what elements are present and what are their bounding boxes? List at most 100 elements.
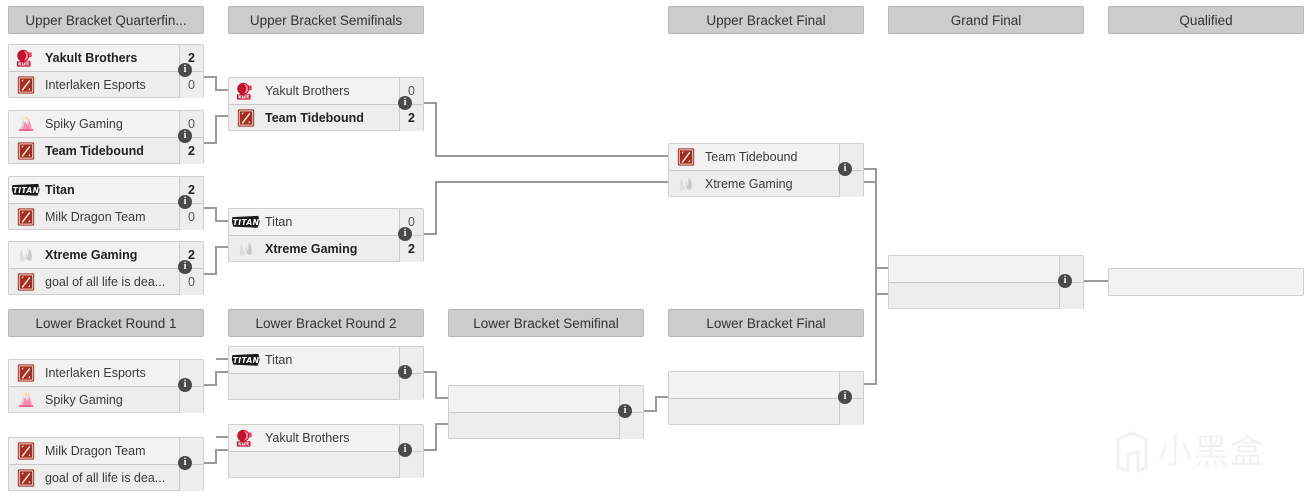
team-row[interactable]: Spiky Gaming 0: [9, 111, 203, 137]
round-header-label: Upper Bracket Final: [706, 12, 826, 28]
round-header-label: Upper Bracket Semifinals: [249, 12, 403, 28]
match-info-icon[interactable]: i: [178, 456, 192, 470]
team-row[interactable]: Team Tidebound: [669, 144, 863, 170]
match-info-icon[interactable]: i: [178, 260, 192, 274]
svg-text:TITAN: TITAN: [233, 356, 260, 365]
match-info-icon[interactable]: i: [1058, 274, 1072, 288]
match-lbr2m2[interactable]: Bkult Yakult Brothers: [228, 424, 424, 478]
match-info-icon[interactable]: i: [398, 96, 412, 110]
team-row[interactable]: TITAN Titan 2: [9, 177, 203, 203]
team-row[interactable]: Xtreme Gaming 2: [229, 235, 423, 262]
team-name: Team Tidebound: [705, 150, 798, 164]
team-row[interactable]: TITAN Titan 0: [229, 209, 423, 235]
svg-text:kult: kult: [18, 62, 30, 68]
team-row[interactable]: [889, 256, 1083, 282]
team-logo-placeholder: [449, 413, 483, 439]
team-name: Milk Dragon Team: [45, 444, 146, 458]
match-ubqf1[interactable]: Bkult Yakult Brothers 2 Interlaken Esports 0: [8, 44, 204, 98]
team-row[interactable]: Spiky Gaming: [9, 386, 203, 413]
match-grandfinal[interactable]: [888, 255, 1084, 309]
match-info-icon[interactable]: i: [398, 365, 412, 379]
team-row[interactable]: Bkult Yakult Brothers 2: [9, 45, 203, 71]
yakult-logo-icon: Bkult: [9, 45, 43, 71]
team-name: Team Tidebound: [45, 143, 144, 158]
team-row[interactable]: Milk Dragon Team 0: [9, 203, 203, 230]
team-name: Yakult Brothers: [45, 51, 138, 65]
team-row[interactable]: Bkult Yakult Brothers 0: [229, 78, 423, 104]
match-lbr1m1[interactable]: Interlaken Esports Spiky Gaming: [8, 359, 204, 413]
match-ubf[interactable]: Team Tidebound Xtreme Gaming: [668, 143, 864, 197]
round-header-label: Grand Final: [950, 12, 1022, 28]
dota-logo-icon: [9, 138, 43, 164]
match-info-icon[interactable]: i: [838, 162, 852, 176]
round-header-ub-final: Upper Bracket Final: [668, 6, 864, 34]
team-row[interactable]: Interlaken Esports: [9, 360, 203, 386]
match-info-icon[interactable]: i: [178, 378, 192, 392]
team-name: Titan: [265, 353, 293, 367]
team-logo-placeholder: [449, 386, 483, 412]
qualified-slot[interactable]: [1108, 268, 1304, 296]
team-name: Milk Dragon Team: [45, 209, 146, 224]
team-row[interactable]: [449, 412, 643, 439]
svg-text:kult: kult: [238, 442, 250, 448]
team-row[interactable]: TITAN Titan: [229, 347, 423, 373]
team-row[interactable]: Milk Dragon Team: [9, 438, 203, 464]
yakult-logo-icon: Bkult: [229, 425, 263, 451]
dota-logo-icon: [9, 465, 43, 491]
team-row[interactable]: goal of all life is dea...: [9, 464, 203, 491]
team-row[interactable]: Team Tidebound 2: [229, 104, 423, 131]
team-row[interactable]: Team Tidebound 2: [9, 137, 203, 164]
team-name: goal of all life is dea...: [45, 274, 166, 289]
team-row[interactable]: [1109, 269, 1303, 295]
match-ubqf3[interactable]: TITAN Titan 2 Milk Dragon Team 0: [8, 176, 204, 230]
team-row[interactable]: [889, 282, 1083, 309]
match-lbr2m1[interactable]: TITAN Titan: [228, 346, 424, 400]
watermark-logo-icon: [1116, 431, 1148, 473]
match-ubqf2[interactable]: Spiky Gaming 0 Team Tidebound 2: [8, 110, 204, 164]
match-info-icon[interactable]: i: [178, 129, 192, 143]
team-row[interactable]: [229, 373, 423, 400]
round-header-label: Lower Bracket Final: [706, 315, 826, 331]
team-name: Spiky Gaming: [45, 392, 123, 407]
team-logo-placeholder: [889, 283, 923, 309]
spiky-logo-icon: [9, 387, 43, 413]
team-row[interactable]: [669, 398, 863, 425]
match-info-icon[interactable]: i: [398, 443, 412, 457]
match-lbsf[interactable]: [448, 385, 644, 439]
watermark-text: 小黑盒: [1158, 432, 1266, 472]
match-lbf[interactable]: [668, 371, 864, 425]
xtreme-logo-icon: [669, 171, 703, 197]
team-row[interactable]: [449, 386, 643, 412]
round-header-ub-qf: Upper Bracket Quarterfin...: [8, 6, 204, 34]
match-info-icon[interactable]: i: [398, 227, 412, 241]
team-name: Xtreme Gaming: [705, 176, 793, 191]
match-ubsf2[interactable]: TITAN Titan 0 Xtreme Gaming 2: [228, 208, 424, 262]
round-header-lb-sf: Lower Bracket Semifinal: [448, 309, 644, 337]
round-header-label: Lower Bracket Round 2: [255, 315, 397, 331]
titan-logo-icon: TITAN: [229, 209, 263, 235]
team-row[interactable]: Xtreme Gaming 2: [9, 242, 203, 268]
team-row[interactable]: Bkult Yakult Brothers: [229, 425, 423, 451]
team-logo-placeholder: [669, 372, 703, 398]
round-header-lb-r1: Lower Bracket Round 1: [8, 309, 204, 337]
team-logo-placeholder: [889, 256, 923, 282]
match-info-icon[interactable]: i: [178, 195, 192, 209]
team-name: Yakult Brothers: [265, 431, 350, 445]
match-info-icon[interactable]: i: [838, 390, 852, 404]
round-header-ub-sf: Upper Bracket Semifinals: [228, 6, 424, 34]
match-info-icon[interactable]: i: [178, 63, 192, 77]
team-row[interactable]: [669, 372, 863, 398]
team-row[interactable]: Interlaken Esports 0: [9, 71, 203, 98]
team-row[interactable]: Xtreme Gaming: [669, 170, 863, 197]
match-info-icon[interactable]: i: [618, 404, 632, 418]
dota-logo-icon: [9, 204, 43, 230]
team-row[interactable]: goal of all life is dea... 0: [9, 268, 203, 295]
spiky-logo-icon: [9, 111, 43, 137]
match-lbr1m2[interactable]: Milk Dragon Team goal of all life is dea.…: [8, 437, 204, 491]
match-ubsf1[interactable]: Bkult Yakult Brothers 0 Team Tidebound 2: [228, 77, 424, 131]
team-row[interactable]: [229, 451, 423, 478]
round-header-label: Qualified: [1179, 12, 1233, 28]
dota-logo-icon: [9, 72, 43, 98]
team-name: goal of all life is dea...: [45, 470, 166, 485]
match-ubqf4[interactable]: Xtreme Gaming 2 goal of all life is dea...…: [8, 241, 204, 295]
